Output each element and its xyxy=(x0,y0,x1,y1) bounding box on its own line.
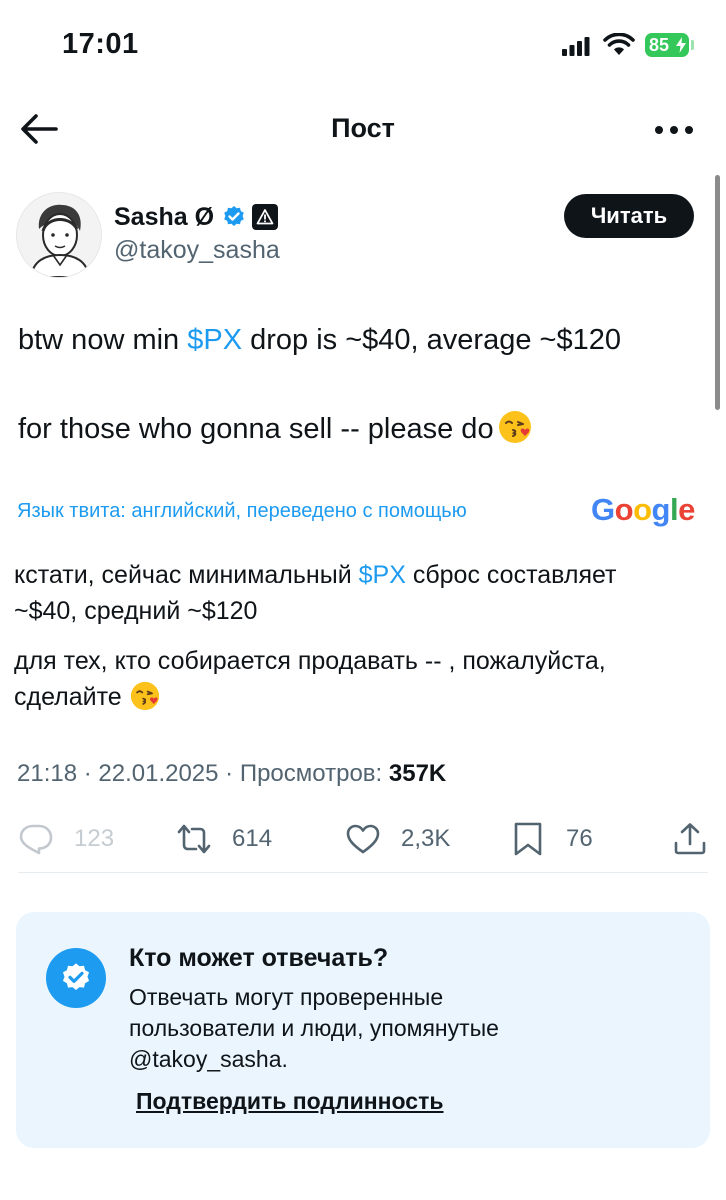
share-button[interactable] xyxy=(672,819,708,859)
description-line: @takoy_sasha. xyxy=(129,1046,288,1072)
post-timestamp[interactable]: 21:18 · 22.01.2025 · Просмотров: xyxy=(17,760,389,787)
more-horizontal-icon xyxy=(655,126,693,134)
status-bar: 17:01 85 xyxy=(0,0,726,90)
battery-indicator: 85 xyxy=(645,33,689,57)
battery-level: 85 xyxy=(649,35,670,55)
tweet-text-segment: btw now min xyxy=(18,324,188,356)
like-count: 2,3K xyxy=(401,825,451,852)
translated-text-segment: сделайте xyxy=(14,683,122,711)
reply-restriction-description: Отвечать могут проверенные пользователи … xyxy=(129,982,499,1075)
translated-text-line: для тех, кто собирается продавать -- , п… xyxy=(14,647,606,675)
share-upload-icon xyxy=(674,823,706,855)
reply-count: 123 xyxy=(74,825,115,852)
repost-button[interactable]: 614 xyxy=(176,819,272,859)
scrollbar[interactable] xyxy=(715,175,720,410)
kissing-face-emoji-icon xyxy=(130,681,159,711)
reply-bubble-icon xyxy=(19,824,53,855)
google-logo: Google xyxy=(591,492,695,527)
avatar[interactable] xyxy=(16,192,102,278)
warning-triangle-icon xyxy=(256,209,274,225)
more-options-button[interactable] xyxy=(652,115,696,145)
nav-bar: Пост xyxy=(0,95,726,165)
follow-button[interactable]: Читать xyxy=(564,194,694,238)
divider xyxy=(18,872,708,873)
description-line: пользователи и люди, упомянутые xyxy=(129,1015,499,1041)
reply-restriction-title: Кто может отвечать? xyxy=(129,944,389,972)
wifi-icon xyxy=(603,33,635,55)
tweet-text-line: btw now min $PX drop is ~$40, average ~$… xyxy=(18,324,621,357)
battery-cap xyxy=(691,40,694,50)
action-bar: 123 614 2,3K 76 xyxy=(0,815,726,865)
reply-restriction-card: Кто может отвечать? Отвечать могут прове… xyxy=(16,912,710,1148)
translated-text-segment: кстати, сейчас минимальный xyxy=(14,561,359,589)
cashtag-link[interactable]: $PX xyxy=(359,561,406,589)
affiliate-badge[interactable] xyxy=(252,204,279,230)
cellular-signal-icon xyxy=(562,37,590,56)
translated-text-line: ~$40, средний ~$120 xyxy=(14,597,258,625)
translated-text-segment: сброс составляет xyxy=(405,561,617,589)
bookmark-icon xyxy=(514,822,542,856)
post-meta: 21:18 · 22.01.2025 · Просмотров: 357K xyxy=(17,760,446,788)
verified-badge-icon xyxy=(62,963,90,990)
charging-bolt-icon xyxy=(676,37,686,53)
avatar-illustration xyxy=(17,193,101,277)
cashtag-link[interactable]: $PX xyxy=(187,324,242,356)
verified-circle-icon xyxy=(46,948,106,1008)
tweet-text-line: for those who gonna sell -- please do xyxy=(18,410,532,446)
verify-identity-link[interactable]: Подтвердить подлинность xyxy=(136,1088,444,1115)
translated-text-line: кстати, сейчас минимальный $PX сброс сос… xyxy=(14,558,617,592)
bookmark-count: 76 xyxy=(566,825,593,852)
status-time: 17:01 xyxy=(62,28,139,60)
like-button[interactable]: 2,3K xyxy=(345,819,450,859)
repost-icon xyxy=(177,824,211,854)
heart-icon xyxy=(346,824,380,854)
page-title: Пост xyxy=(331,113,395,143)
author-name[interactable]: Sasha Ø xyxy=(114,203,214,232)
view-count: 357K xyxy=(388,760,447,787)
kissing-face-emoji-icon xyxy=(498,411,531,443)
tweet-text-segment: for those who gonna sell -- please do xyxy=(18,413,494,445)
translated-text-line: сделайте xyxy=(14,680,160,714)
verified-badge-icon xyxy=(224,206,244,226)
reply-button[interactable]: 123 xyxy=(18,819,114,859)
repost-count: 614 xyxy=(232,825,273,852)
translation-note-link[interactable]: Язык твита: английский, переведено с пом… xyxy=(17,500,467,523)
description-line: Отвечать могут проверенные xyxy=(129,984,444,1010)
bookmark-button[interactable]: 76 xyxy=(510,819,593,859)
author-handle[interactable]: @takoy_sasha xyxy=(114,236,280,265)
author-line: Sasha Ø xyxy=(114,200,279,234)
tweet-text-segment: drop is ~$40, average ~$120 xyxy=(242,324,621,356)
